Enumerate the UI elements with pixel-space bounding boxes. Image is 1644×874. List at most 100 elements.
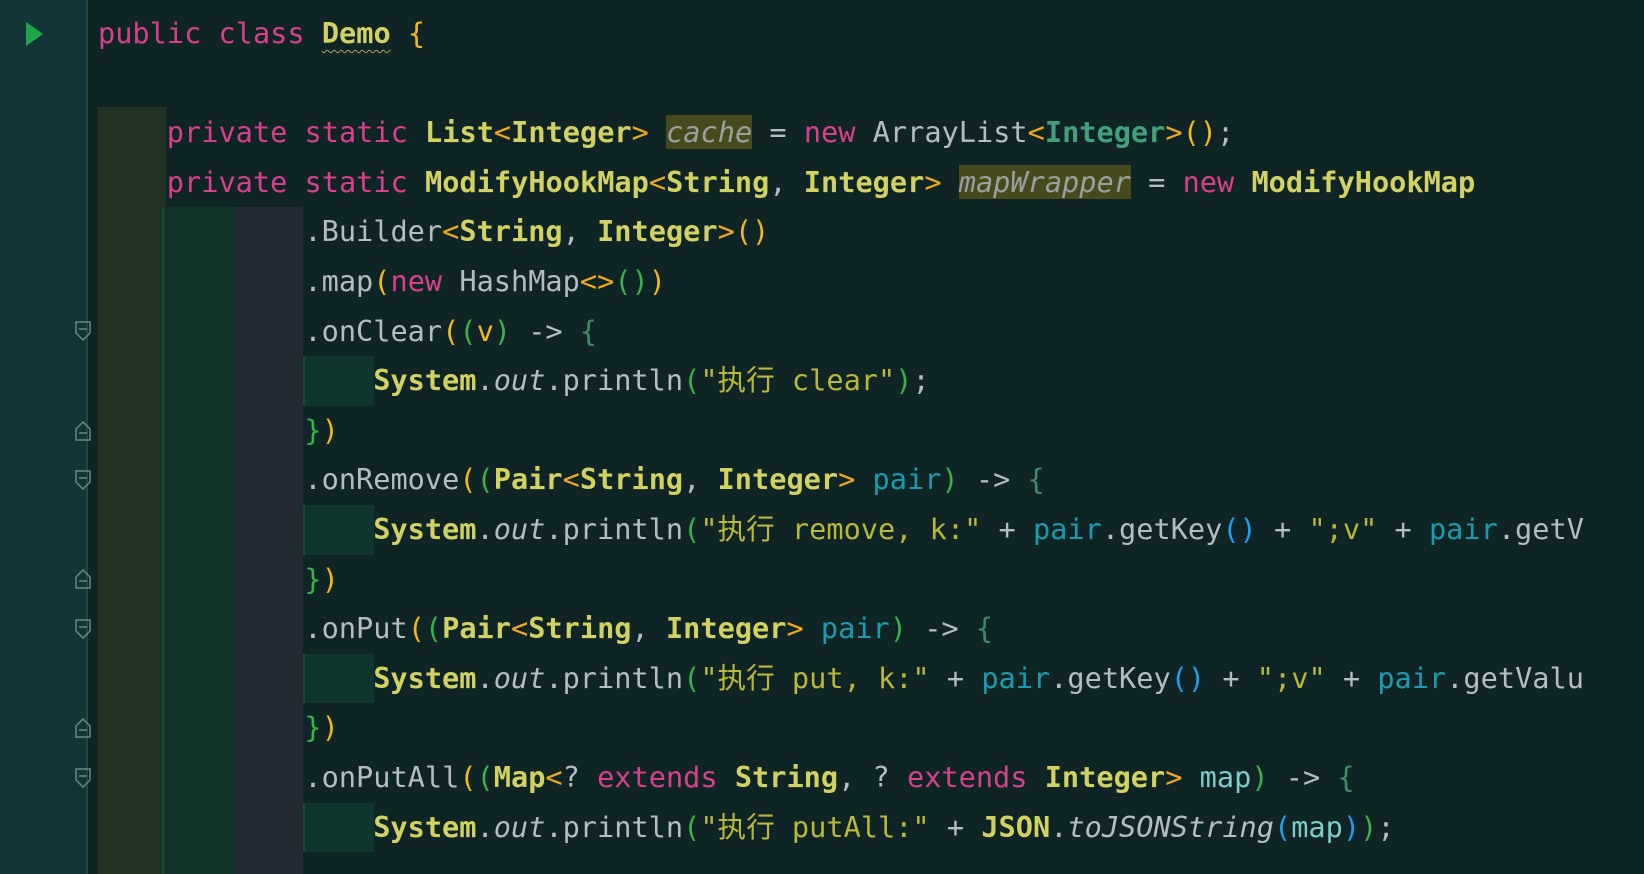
fold-marker-icon[interactable] (75, 768, 91, 788)
code-line[interactable]: }) (98, 703, 1644, 753)
code-token: .Builder (304, 214, 443, 249)
code-token: ( (476, 462, 494, 497)
code-token: { (975, 611, 994, 646)
code-token: () (734, 214, 770, 249)
code-token: .map (304, 263, 374, 298)
code-line[interactable]: System.out.println("执行 remove, k:" + pai… (98, 505, 1644, 555)
code-token: Integer (665, 611, 787, 646)
code-line[interactable] (98, 59, 1644, 109)
code-token: JSON (981, 809, 1051, 844)
code-token: Integer (511, 115, 632, 150)
fold-marker-icon[interactable] (75, 619, 91, 639)
code-line[interactable]: .onClear((v) -> { (98, 307, 1644, 357)
code-line[interactable]: System.out.println("执行 putAll:" + JSON.t… (98, 803, 1644, 853)
code-line[interactable]: .Builder<String, Integer>() (98, 207, 1644, 257)
code-token: v (476, 313, 494, 348)
code-token: + (981, 511, 1033, 546)
code-token: . (476, 660, 494, 695)
code-token: ( (459, 759, 477, 794)
code-token: ( (683, 660, 701, 695)
code-token: . (476, 809, 494, 844)
run-class-icon[interactable] (26, 22, 43, 46)
code-token: ) (1342, 809, 1361, 844)
code-token: < (648, 164, 667, 199)
code-token: < (442, 214, 460, 249)
code-line[interactable]: System.out.println("执行 clear"); (98, 356, 1644, 406)
code-token: out (493, 660, 546, 695)
code-token: "执行 remove, k:" (700, 511, 982, 546)
code-token: static (304, 164, 408, 199)
code-token: ( (424, 611, 443, 646)
code-token: pair (1377, 660, 1447, 695)
code-token: Integer (597, 214, 718, 249)
code-token: .onPut (304, 611, 408, 646)
code-line[interactable]: }) (98, 555, 1644, 605)
code-token: static (304, 115, 408, 150)
code-token: ) (321, 561, 339, 596)
code-token: Pair (442, 611, 511, 646)
code-token: ArrayList (855, 115, 1028, 150)
code-token: ";v" (1308, 511, 1378, 546)
code-token: } (304, 710, 322, 745)
code-token: System (373, 660, 477, 695)
code-token: > (717, 214, 735, 249)
code-token: System (373, 363, 477, 398)
code-token: ) (1251, 759, 1269, 794)
code-token: ) (941, 462, 959, 497)
code-line[interactable]: private static ModifyHookMap<String, Int… (98, 158, 1644, 208)
code-token: Map (493, 759, 546, 794)
code-token: } (304, 412, 322, 447)
code-line[interactable]: .onPut((Pair<String, Integer> pair) -> { (98, 604, 1644, 654)
code-token: ) (889, 611, 907, 646)
code-token: ; (1377, 809, 1395, 844)
code-editor[interactable]: public class Demo {private static List<I… (98, 9, 1644, 853)
code-token: pair (1032, 511, 1102, 546)
code-token: .println (545, 511, 684, 546)
code-token: extends (906, 759, 1028, 794)
code-token: = (1130, 164, 1183, 199)
code-line[interactable]: .map(new HashMap<>()) (98, 257, 1644, 307)
fold-marker-icon[interactable] (75, 321, 91, 342)
code-line[interactable]: public class Demo { (98, 9, 1644, 59)
code-token: new (390, 263, 443, 298)
code-token: System (373, 511, 477, 546)
code-token: Integer (1044, 759, 1166, 794)
code-token: HashMap (442, 263, 580, 298)
code-token: String (666, 164, 770, 199)
code-token: "执行 clear" (700, 363, 896, 398)
code-line[interactable]: .onPutAll((Map<? extends String, ? exten… (98, 753, 1644, 803)
code-token: "执行 putAll:" (700, 809, 930, 844)
code-token: ; (912, 363, 930, 398)
code-token: String (734, 759, 839, 794)
fold-marker-icon[interactable] (75, 420, 91, 441)
code-token: .getKey (1101, 511, 1223, 546)
code-line[interactable]: private static List<Integer> cache = new… (98, 108, 1644, 158)
fold-marker-icon[interactable] (75, 569, 91, 590)
highlighted-identifier: cache (666, 115, 753, 150)
code-line[interactable]: System.out.println("执行 put, k:" + pair.g… (98, 654, 1644, 704)
code-token: . (476, 511, 494, 546)
code-token: <> (579, 263, 615, 298)
code-token: + (1205, 660, 1257, 695)
code-token: ModifyHookMap (1251, 164, 1476, 199)
code-line[interactable]: .onRemove((Pair<String, Integer> pair) -… (98, 455, 1644, 505)
code-token: ( (683, 511, 701, 546)
code-token: ( (442, 313, 460, 348)
code-token: , (631, 611, 666, 646)
code-token: < (1027, 115, 1045, 150)
code-token: pair (872, 462, 942, 497)
code-token: ) (321, 412, 339, 447)
fold-marker-icon[interactable] (75, 470, 91, 491)
code-line[interactable]: }) (98, 406, 1644, 456)
code-token: ( (683, 809, 701, 844)
fold-marker-icon[interactable] (75, 718, 91, 738)
